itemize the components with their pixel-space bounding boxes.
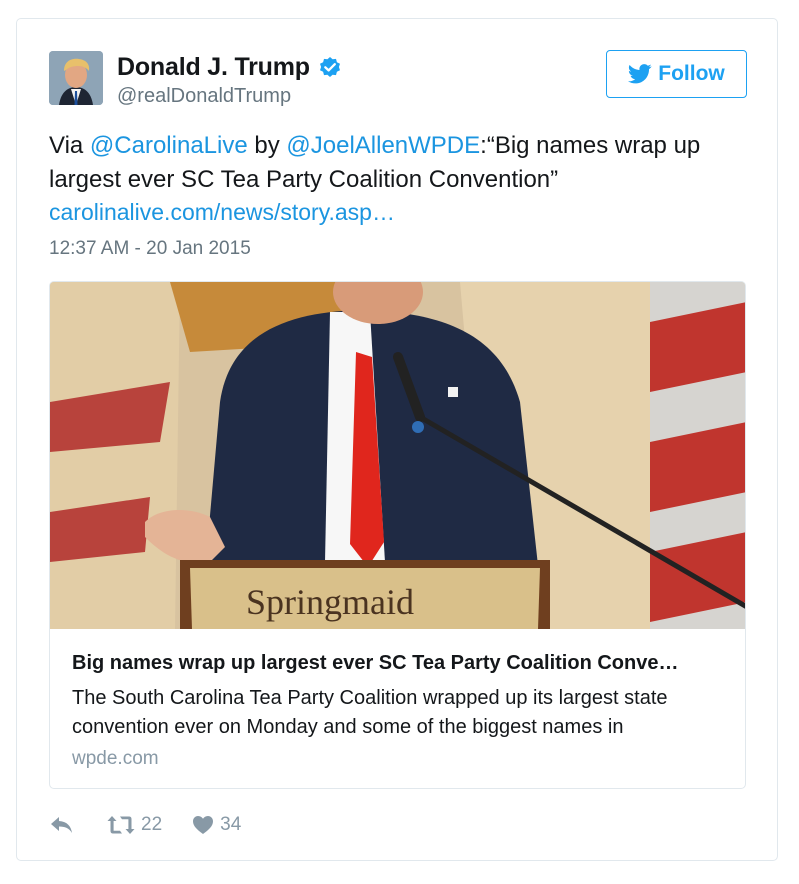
card-description: The South Carolina Tea Party Coalition w… xyxy=(72,687,668,738)
tweet-timestamp[interactable]: 12:37 AM - 20 Jan 2015 xyxy=(49,238,251,260)
card-image[interactable]: Springmaid xyxy=(50,282,746,629)
tweet-text-by: by xyxy=(247,132,287,159)
heart-icon xyxy=(193,816,214,834)
like-count: 34 xyxy=(220,814,242,835)
name-row: Donald J. Trump xyxy=(117,53,342,82)
tweet-text: Via @CarolinaLive by @JoelAllenWPDE:“Big… xyxy=(49,129,749,197)
mention-joelallenwpde[interactable]: @JoelAllenWPDE xyxy=(286,132,480,159)
avatar-image xyxy=(49,51,103,105)
follow-label: Follow xyxy=(658,62,725,85)
retweet-icon xyxy=(107,816,135,834)
follow-button[interactable]: Follow xyxy=(606,50,747,98)
tweet-text-prefix: Via xyxy=(49,132,90,159)
verified-badge-icon xyxy=(319,56,340,77)
reply-button[interactable] xyxy=(49,815,75,835)
podium-text: Springmaid xyxy=(246,582,414,622)
link-preview-card[interactable]: Springmaid Big names wrap up largest eve… xyxy=(49,281,746,789)
card-title[interactable]: Big names wrap up largest ever SC Tea Pa… xyxy=(72,652,732,675)
tweet-actions: 22 34 xyxy=(49,814,241,836)
like-button[interactable]: 34 xyxy=(192,814,241,836)
twitter-bird-icon xyxy=(628,64,652,84)
display-name[interactable]: Donald J. Trump xyxy=(117,53,310,82)
mention-carolinalive[interactable]: @CarolinaLive xyxy=(90,132,248,159)
user-handle[interactable]: @realDonaldTrump xyxy=(117,85,291,108)
retweet-button[interactable]: 22 xyxy=(107,814,162,836)
retweet-count: 22 xyxy=(141,814,163,835)
reply-icon xyxy=(51,817,72,833)
card-domain: wpde.com xyxy=(72,748,159,769)
avatar[interactable] xyxy=(49,51,103,105)
tweet-url-link[interactable]: carolinalive.com/news/story.asp… xyxy=(49,199,395,226)
tweet-card: Donald J. Trump @realDonaldTrump Follow … xyxy=(16,18,778,861)
